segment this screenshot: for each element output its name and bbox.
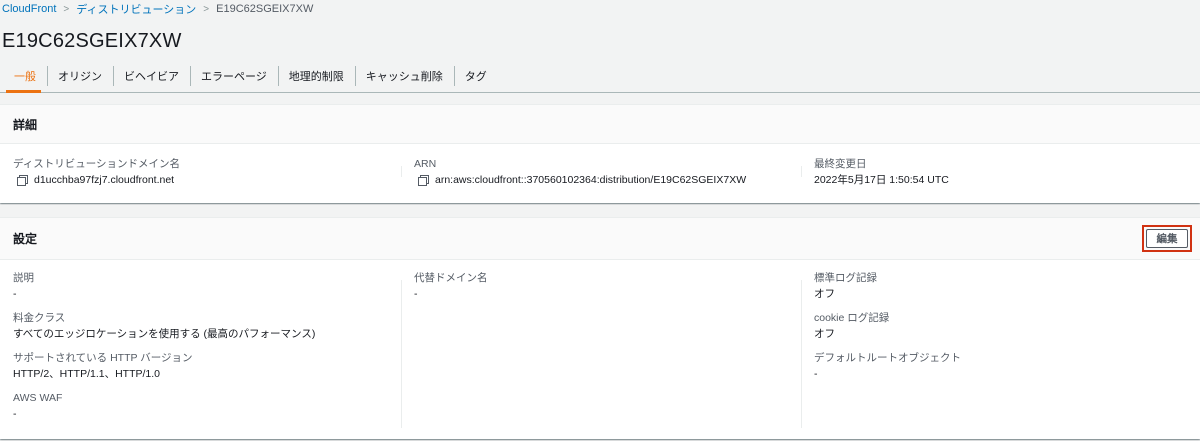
alt-domain-value: - [414, 288, 418, 300]
cookie-logging-field: cookie ログ記録 オフ [814, 312, 1187, 341]
details-panel: 詳細 ディストリビューションドメイン名 d1ucchba97fzj7.cloud… [0, 104, 1200, 203]
default-root-value: - [814, 368, 818, 380]
arn-text: arn:aws:cloudfront::370560102364:distrib… [435, 174, 747, 186]
chevron-right-icon: > [63, 3, 70, 15]
details-title: 詳細 [13, 117, 38, 132]
description-value: - [13, 288, 17, 300]
breadcrumb-current: E19C62SGEIX7XW [216, 3, 314, 15]
waf-label: AWS WAF [13, 392, 63, 404]
waf-value: - [13, 408, 17, 420]
chevron-right-icon: > [203, 3, 210, 15]
tab-invalidations[interactable]: キャッシュ削除 [354, 60, 454, 92]
settings-column-right: 標準ログ記録 オフ cookie ログ記録 オフ デフォルトルートオブジェクト … [801, 272, 1200, 438]
http-versions-label: サポートされている HTTP バージョン [13, 352, 193, 364]
settings-panel: 設定 編集 説明 - 料金クラス すべてのエッジロケーションを使用する (最高の… [0, 217, 1200, 439]
description-field: 説明 - [13, 272, 388, 301]
waf-field: AWS WAF - [13, 392, 388, 421]
domain-label: ディストリビューションドメイン名 [13, 158, 181, 170]
copy-icon[interactable] [17, 175, 28, 186]
default-root-field: デフォルトルートオブジェクト - [814, 352, 1187, 381]
cookie-logging-label: cookie ログ記録 [814, 312, 890, 324]
settings-body: 説明 - 料金クラス すべてのエッジロケーションを使用する (最高のパフォーマン… [0, 260, 1200, 438]
arn-label: ARN [414, 158, 437, 170]
tab-geo-restrictions[interactable]: 地理的制限 [277, 60, 355, 92]
arn-value: arn:aws:cloudfront::370560102364:distrib… [414, 173, 788, 187]
tab-behaviors[interactable]: ビヘイビア [113, 60, 190, 92]
std-logging-label: 標準ログ記録 [814, 272, 877, 284]
tab-error-pages[interactable]: エラーページ [190, 60, 278, 92]
breadcrumb: CloudFront > ディストリビューション > E19C62SGEIX7X… [2, 2, 313, 16]
domain-text: d1ucchba97fzj7.cloudfront.net [34, 174, 175, 186]
details-column-domain: ディストリビューションドメイン名 d1ucchba97fzj7.cloudfro… [0, 158, 401, 187]
default-root-label: デフォルトルートオブジェクト [814, 352, 961, 364]
tab-general[interactable]: 一般 [0, 60, 47, 93]
http-versions-field: サポートされている HTTP バージョン HTTP/2、HTTP/1.1、HTT… [13, 352, 388, 381]
breadcrumb-distributions-link[interactable]: ディストリビューション [76, 1, 196, 17]
settings-header: 設定 編集 [0, 218, 1200, 260]
details-column-modified: 最終変更日 2022年5月17日 1:50:54 UTC [801, 158, 1200, 187]
tab-bar: 一般 オリジン ビヘイビア エラーページ 地理的制限 キャッシュ削除 タグ [0, 60, 1200, 93]
settings-column-left: 説明 - 料金クラス すべてのエッジロケーションを使用する (最高のパフォーマン… [0, 272, 401, 438]
tab-tags[interactable]: タグ [453, 60, 498, 92]
domain-value: d1ucchba97fzj7.cloudfront.net [13, 173, 388, 187]
price-class-field: 料金クラス すべてのエッジロケーションを使用する (最高のパフォーマンス) [13, 312, 388, 341]
settings-column-middle: 代替ドメイン名 - [401, 272, 801, 438]
settings-title: 設定 [13, 232, 38, 246]
details-body: ディストリビューションドメイン名 d1ucchba97fzj7.cloudfro… [0, 144, 1200, 187]
edit-button[interactable]: 編集 [1146, 229, 1188, 248]
page-title: E19C62SGEIX7XW [2, 30, 182, 52]
std-logging-value: オフ [814, 288, 835, 300]
cookie-logging-value: オフ [814, 328, 835, 340]
std-logging-field: 標準ログ記録 オフ [814, 272, 1187, 301]
http-versions-value: HTTP/2、HTTP/1.1、HTTP/1.0 [13, 368, 161, 380]
price-class-value: すべてのエッジロケーションを使用する (最高のパフォーマンス) [13, 328, 316, 340]
price-class-label: 料金クラス [13, 312, 66, 324]
edit-button-highlight: 編集 [1142, 225, 1192, 252]
modified-value: 2022年5月17日 1:50:54 UTC [814, 174, 949, 186]
modified-label: 最終変更日 [814, 158, 867, 170]
alt-domain-label: 代替ドメイン名 [414, 272, 488, 284]
description-label: 説明 [13, 272, 34, 284]
tab-origins[interactable]: オリジン [47, 60, 113, 92]
copy-icon[interactable] [418, 175, 429, 186]
breadcrumb-cloudfront-link[interactable]: CloudFront [2, 3, 56, 15]
details-header: 詳細 [0, 105, 1200, 144]
details-column-arn: ARN arn:aws:cloudfront::370560102364:dis… [401, 158, 801, 187]
